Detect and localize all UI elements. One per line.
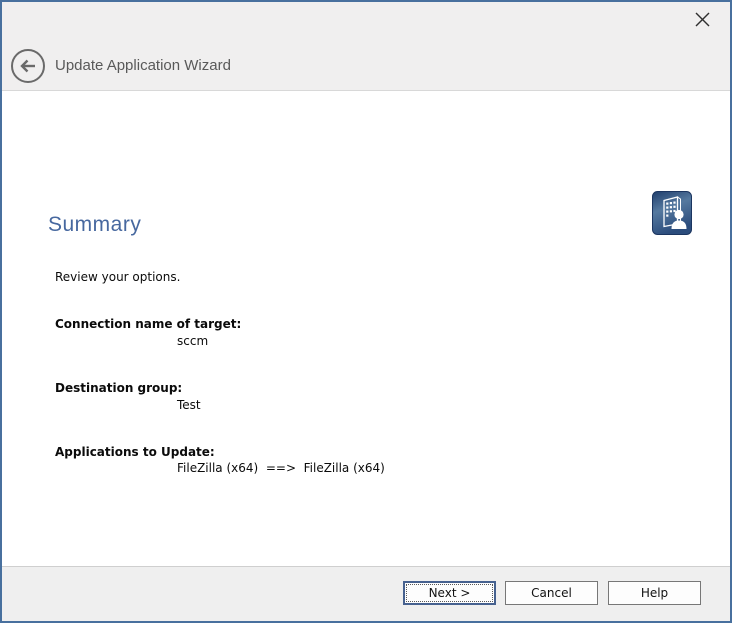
field-value-applications-to-update: FileZilla (x64) ==> FileZilla (x64) — [177, 461, 385, 475]
next-button[interactable]: Next > — [403, 581, 496, 605]
help-button[interactable]: Help — [608, 581, 701, 605]
wizard-header: Update Application Wizard — [0, 0, 732, 91]
field-label-applications-to-update: Applications to Update: — [55, 445, 215, 459]
back-arrow-icon — [18, 58, 38, 74]
update-application-wizard-window: Update Application Wizard Summary — [0, 0, 732, 623]
page-heading: Summary — [48, 213, 141, 237]
intro-text: Review your options. — [55, 270, 180, 284]
close-button[interactable] — [691, 8, 713, 30]
wizard-content: Summary — [0, 91, 732, 566]
back-button[interactable] — [11, 49, 45, 83]
field-label-connection-name: Connection name of target: — [55, 317, 241, 331]
wizard-title: Update Application Wizard — [55, 57, 231, 74]
cancel-button[interactable]: Cancel — [505, 581, 598, 605]
field-value-destination-group: Test — [177, 398, 201, 412]
field-label-destination-group: Destination group: — [55, 381, 182, 395]
application-building-user-icon — [652, 191, 692, 235]
close-icon — [694, 11, 711, 28]
field-value-connection-name: sccm — [177, 334, 208, 348]
